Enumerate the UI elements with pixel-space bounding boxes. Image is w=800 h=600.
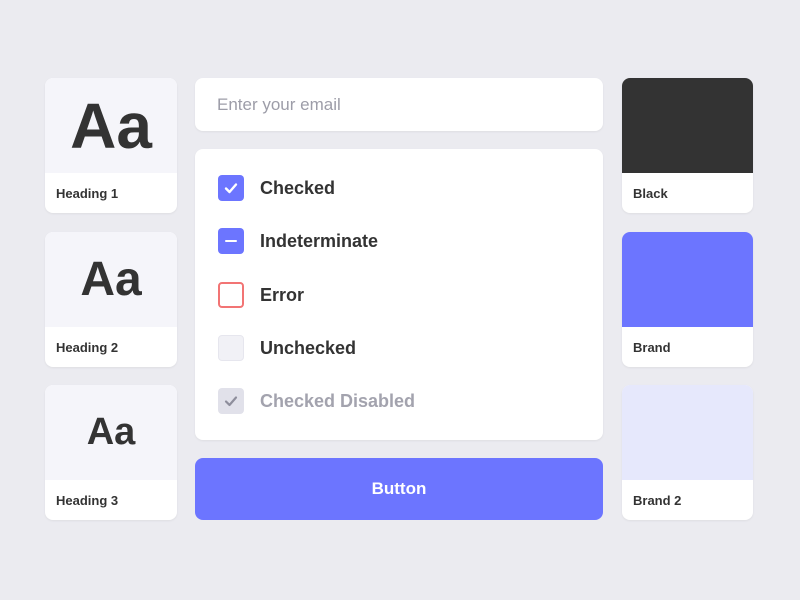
checkbox-indeterminate-icon[interactable] bbox=[218, 228, 244, 254]
checkbox-label: Checked bbox=[260, 177, 336, 198]
color-label: Brand bbox=[633, 339, 671, 355]
email-field-container bbox=[195, 78, 603, 131]
checkbox-disabled-check-icon bbox=[218, 388, 244, 414]
checkbox-error[interactable]: Error bbox=[218, 282, 304, 308]
color-label: Brand 2 bbox=[633, 492, 682, 508]
email-input[interactable] bbox=[217, 94, 603, 115]
checkbox-error-icon[interactable] bbox=[218, 282, 244, 308]
color-card-brand: Brand bbox=[622, 232, 753, 367]
checkbox-unchecked-icon[interactable] bbox=[218, 335, 244, 361]
primary-button[interactable]: Button bbox=[195, 458, 603, 520]
color-swatch bbox=[622, 232, 753, 327]
type-sample: Aa bbox=[45, 78, 177, 173]
checkbox-label: Error bbox=[260, 284, 305, 305]
color-card-black: Black bbox=[622, 78, 753, 213]
checkbox-checked-icon[interactable] bbox=[218, 175, 244, 201]
checkbox-indeterminate[interactable]: Indeterminate bbox=[218, 228, 378, 254]
typography-card-heading-1: Aa Heading 1 bbox=[45, 78, 177, 213]
checkbox-unchecked[interactable]: Unchecked bbox=[218, 335, 356, 361]
color-swatch bbox=[622, 78, 753, 173]
color-label: Black bbox=[633, 185, 668, 201]
typography-card-heading-2: Aa Heading 2 bbox=[45, 232, 177, 367]
checkbox-list: Checked Indeterminate Error Unchecked Ch… bbox=[195, 149, 603, 440]
type-label: Heading 1 bbox=[56, 185, 119, 201]
checkbox-label: Checked Disabled bbox=[260, 390, 416, 411]
typography-card-heading-3: Aa Heading 3 bbox=[45, 385, 177, 520]
type-sample: Aa bbox=[45, 385, 177, 480]
type-label: Heading 3 bbox=[56, 492, 119, 508]
color-card-brand-2: Brand 2 bbox=[622, 385, 753, 520]
checkbox-checked-disabled: Checked Disabled bbox=[218, 388, 415, 414]
checkbox-checked[interactable]: Checked bbox=[218, 175, 335, 201]
checkbox-label: Unchecked bbox=[260, 337, 357, 358]
type-label: Heading 2 bbox=[56, 339, 119, 355]
type-sample: Aa bbox=[45, 232, 177, 327]
checkbox-label: Indeterminate bbox=[260, 230, 379, 251]
color-swatch bbox=[622, 385, 753, 480]
